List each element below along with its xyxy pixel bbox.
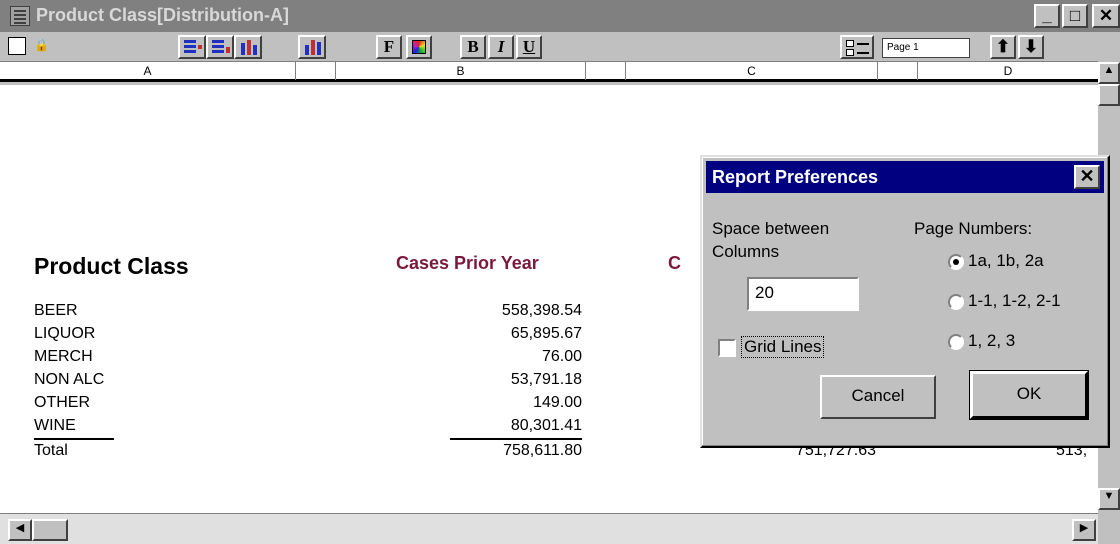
row-value: 558,398.54 [501,302,582,319]
horizontal-scrollbar[interactable]: ◀ ▶ [0,513,1098,544]
column-header-bar: A B C D [0,62,1098,82]
scroll-up-icon: ▲ [1103,64,1115,76]
column-header-b[interactable]: B [336,62,586,80]
page-number-option-123-radio[interactable] [948,334,964,350]
cases-prior-year-heading: Cases Prior Year [396,253,539,273]
total-underline-b [450,438,582,440]
close-icon: ✕ [1079,166,1095,186]
column-header-a-extra[interactable] [296,62,336,80]
row-value: 53,791.18 [510,371,582,388]
insert-column-left-icon[interactable] [178,35,206,59]
maximize-button[interactable]: □ [1062,4,1088,28]
scroll-up-button[interactable]: ▲ [1098,62,1120,84]
page-down-button[interactable]: ⬇ [1018,35,1044,59]
column-header-c[interactable]: C [626,62,878,80]
row-value: 149.00 [533,394,582,411]
row-value: 65,895.67 [510,325,582,342]
scroll-left-icon: ◀ [15,522,25,534]
row-value: 80,301.41 [510,417,582,434]
scroll-down-button[interactable]: ▼ [1098,488,1120,510]
page-list-icon [846,40,854,47]
row-label: LIQUOR [34,325,96,342]
arrow-down-icon: ⬇ [1023,37,1039,56]
page-field[interactable]: Page 1 [882,38,970,58]
window-title-bar[interactable]: Product Class[Distribution-A] _ □ ✕ [0,0,1120,32]
page-number-option-label[interactable]: 1a, 1b, 2a [968,251,1044,271]
dialog-close-button[interactable]: ✕ [1074,165,1100,189]
column-chart-icon[interactable] [234,35,262,59]
row-value: 76.00 [541,348,582,365]
scroll-right-button[interactable]: ▶ [1072,519,1096,541]
scroll-down-icon: ▼ [1103,490,1115,502]
page-up-button[interactable]: ⬆ [990,35,1016,59]
column-header-a[interactable]: A [0,62,296,80]
minimize-button[interactable]: _ [1034,4,1060,28]
color-palette-button[interactable] [406,35,432,59]
column-chart-alt-icon[interactable] [298,35,326,59]
page-number-option-label[interactable]: 1-1, 1-2, 2-1 [968,291,1061,311]
column-c-heading: C [668,253,681,273]
page-numbers-label: Page Numbers: [914,219,1033,238]
dialog-title: Report Preferences [712,167,879,187]
horizontal-scroll-thumb[interactable] [32,519,68,541]
toolbar: 🔒 F B I U Page 1 ⬆ ⬇ [0,32,1098,62]
page-number-option-1-1-radio[interactable] [948,294,964,310]
grid-lines-label[interactable]: Grid Lines [741,336,825,358]
select-checkbox[interactable] [8,37,26,55]
insert-column-right-icon[interactable] [206,35,234,59]
grid-lines-checkbox[interactable] [718,339,736,357]
window-title: Product Class[Distribution-A] [36,5,290,25]
report-window-icon [10,6,30,26]
cancel-button[interactable]: Cancel [820,375,936,419]
underline-button[interactable]: U [516,35,542,59]
dialog-title-bar[interactable]: Report Preferences ✕ [706,161,1104,193]
total-underline-a [34,438,114,440]
scroll-right-icon: ▶ [1079,522,1089,534]
row-label: MERCH [34,348,93,365]
bold-button[interactable]: B [460,35,486,59]
font-button[interactable]: F [376,35,402,59]
columns-label: Columns [712,242,780,261]
arrow-up-icon: ⬆ [995,37,1011,56]
column-header-b-extra[interactable] [586,62,626,80]
color-palette-icon [412,40,426,54]
product-class-heading: Product Class [34,253,189,279]
page-number-option-1a-radio[interactable] [948,254,964,270]
column-header-c-extra[interactable] [878,62,918,80]
vertical-scroll-thumb[interactable] [1098,84,1120,106]
row-label: OTHER [34,394,90,411]
space-between-label: Space between [712,219,830,238]
row-label: WINE [34,417,76,434]
column-header-d[interactable]: D [918,62,1098,80]
total-label: Total [34,442,68,459]
page-layout-button[interactable] [840,35,874,59]
total-cases-prior-year: 758,611.80 [503,442,582,459]
report-preferences-dialog: Report Preferences ✕ Space between Colum… [700,155,1110,448]
row-label: BEER [34,302,78,319]
space-between-columns-input[interactable]: 20 [747,277,859,311]
row-label: NON ALC [34,371,105,388]
page-number-option-label[interactable]: 1, 2, 3 [968,331,1015,351]
ok-button[interactable]: OK [969,370,1089,420]
lock-icon[interactable]: 🔒 [34,38,49,52]
close-button[interactable]: ✕ [1092,4,1120,28]
scroll-left-button[interactable]: ◀ [8,519,32,541]
italic-button[interactable]: I [488,35,514,59]
